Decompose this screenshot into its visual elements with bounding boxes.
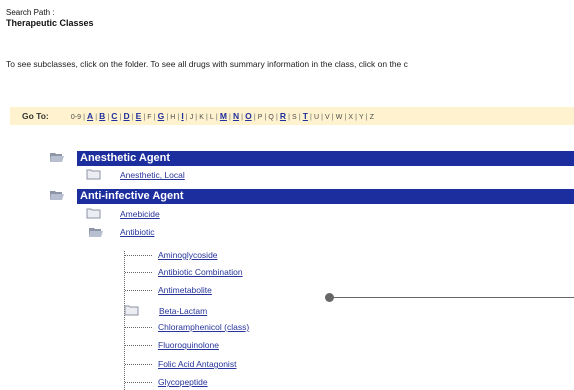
tree-branch-line — [125, 290, 152, 291]
goto-letter-t[interactable]: T — [302, 111, 309, 121]
goto-letter-f: F — [147, 114, 152, 121]
tree-branch-line — [125, 364, 152, 365]
goto-letter-o[interactable]: O — [244, 111, 253, 121]
search-path-label: Search Path : — [6, 8, 55, 17]
link-amebicide[interactable]: Amebicide — [120, 209, 160, 219]
goto-letter-y: Y — [359, 114, 364, 121]
link-antibiotic[interactable]: Antibiotic — [120, 227, 155, 237]
class-bar-anesthetic-agent[interactable]: Anesthetic Agent — [77, 151, 574, 166]
link-folic-acid-antagonist[interactable]: Folic Acid Antagonist — [158, 359, 236, 369]
closed-folder-icon[interactable] — [86, 208, 101, 219]
callout-pointer-icon — [325, 293, 334, 302]
goto-bar: Go To: 0-9 | A | B | C | D | E | F | G | H | I | J | K | L | M | N | O… — [10, 107, 574, 125]
goto-letter-p: P — [257, 114, 263, 121]
link-antibiotic-combination[interactable]: Antibiotic Combination — [158, 267, 243, 277]
goto-letter-c[interactable]: C — [110, 111, 118, 121]
goto-label: Go To: — [22, 111, 49, 121]
closed-folder-icon[interactable] — [86, 169, 101, 180]
goto-letter-r[interactable]: R — [279, 111, 287, 121]
link-antimetabolite[interactable]: Antimetabolite — [158, 285, 212, 295]
search-path: Search Path : Therapeutic Classes — [6, 8, 94, 28]
goto-letter-s: S — [292, 114, 297, 121]
callout-pointer-line — [329, 297, 574, 298]
tree-branch-line — [125, 327, 152, 328]
goto-letter-k: K — [199, 114, 204, 121]
link-chloramphenicol[interactable]: Chloramphenicol (class) — [158, 322, 249, 332]
search-path-title: Therapeutic Classes — [6, 18, 94, 28]
tree-branch-line — [125, 272, 152, 273]
class-bar-anti-infective-agent[interactable]: Anti-infective Agent — [77, 189, 574, 204]
link-aminoglycoside[interactable]: Aminoglycoside — [158, 250, 218, 260]
link-fluoroquinolone[interactable]: Fluoroquinolone — [158, 340, 219, 350]
goto-letter-n[interactable]: N — [232, 111, 240, 121]
open-folder-icon[interactable] — [88, 226, 104, 238]
instruction-text: To see subclasses, click on the folder. … — [6, 59, 408, 69]
goto-letter-z: Z — [369, 114, 374, 121]
letter-separator: | — [131, 114, 134, 121]
goto-letter-m[interactable]: M — [219, 111, 228, 121]
link-beta-lactam[interactable]: Beta-Lactam — [159, 306, 207, 316]
tree-branch-line — [125, 382, 152, 383]
goto-letter-q: Q — [268, 114, 274, 121]
goto-letter-l: L — [209, 114, 214, 121]
goto-letters: 0-9 | A | B | C | D | E | F | G | H | I | J | K | L | M | N | O | P | Q | R |… — [70, 111, 375, 121]
goto-letter-0-9: 0-9 — [70, 114, 81, 121]
link-anesthetic-local[interactable]: Anesthetic, Local — [120, 170, 185, 180]
goto-letter-g[interactable]: G — [157, 111, 166, 121]
closed-folder-icon[interactable] — [124, 305, 139, 316]
tree-branch-line — [125, 255, 152, 256]
open-folder-icon[interactable] — [49, 189, 65, 201]
tree-branch-line — [125, 345, 152, 346]
letter-separator: | — [153, 114, 156, 121]
goto-letter-d[interactable]: D — [122, 111, 130, 121]
goto-letter-a[interactable]: A — [86, 111, 94, 121]
open-folder-icon[interactable] — [49, 151, 65, 163]
link-glycopeptide[interactable]: Glycopeptide — [158, 377, 208, 387]
page: Search Path : Therapeutic Classes To see… — [0, 0, 574, 390]
goto-letter-v: V — [325, 114, 330, 121]
